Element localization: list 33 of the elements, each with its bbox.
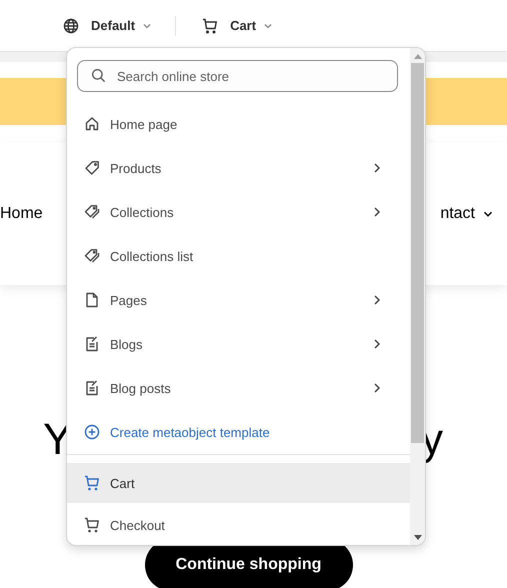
cart-icon [84,517,100,533]
chevron-right-icon [372,206,382,218]
menu-item[interactable]: Pages [67,278,410,322]
menu-item[interactable]: Collections list [67,234,410,278]
menu-item[interactable]: Products [67,146,410,190]
document-edit-icon [84,336,100,352]
menu-item[interactable]: Home page [67,102,410,146]
menu-item[interactable]: Collections [67,190,410,234]
chevron-right-icon [372,338,382,350]
chevron-right-icon [372,294,382,306]
page-icon [84,292,100,308]
search-field[interactable]: Search online store [77,60,398,92]
cart-icon [84,475,100,491]
menu-item[interactable]: Create metaobject template [67,410,410,454]
globe-icon [63,18,79,34]
template-dropdown[interactable]: Cart [218,18,274,33]
chevron-right-icon [372,162,382,174]
tag-icon [84,160,100,176]
menu-item[interactable]: Blogs [67,322,410,366]
tags-icon [84,248,100,264]
nav-link[interactable]: ntact [440,204,495,222]
plus-circle-icon [84,424,100,440]
nav-link[interactable]: Home [0,204,43,222]
tags-icon [84,204,100,220]
language-dropdown[interactable]: Default [79,18,154,33]
chevron-right-icon [372,382,382,394]
menu-item[interactable]: Blog posts [67,366,410,410]
document-edit-icon [84,380,100,396]
search-icon [91,68,106,83]
menu-item[interactable]: Cart [67,463,410,503]
home-icon [84,116,100,132]
scrollbar[interactable] [410,48,425,545]
cart-icon [202,18,218,34]
